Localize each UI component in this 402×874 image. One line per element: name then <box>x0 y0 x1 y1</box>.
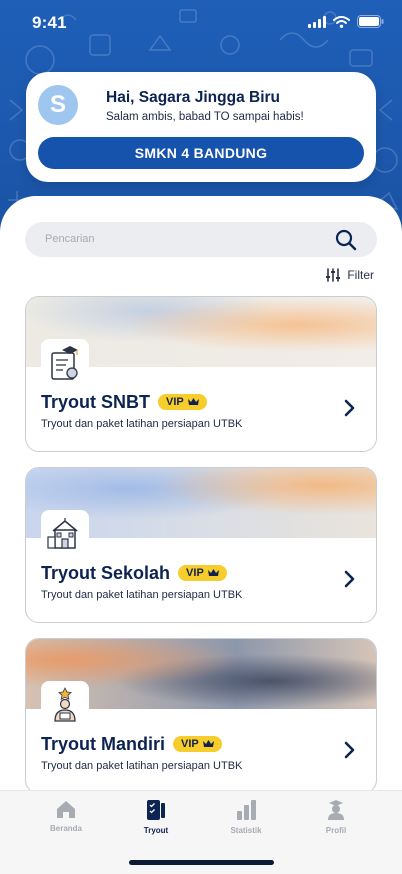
school-button[interactable]: SMKN 4 BANDUNG <box>38 137 364 169</box>
avatar[interactable]: S <box>38 85 78 125</box>
battery-icon <box>357 15 384 28</box>
student-star-icon <box>41 681 89 729</box>
nav-label: Profil <box>325 826 347 835</box>
greeting-text: Hai, Sagara Jingga Biru <box>106 89 280 106</box>
search-icon[interactable] <box>335 229 357 251</box>
vip-badge: VIP <box>158 394 207 410</box>
cellular-signal-icon <box>308 15 326 28</box>
tagline-text: Salam ambis, babad TO sampai habis! <box>106 111 304 123</box>
profile-card: S Hai, Sagara Jingga Biru Salam ambis, b… <box>26 72 376 182</box>
tryout-card-mandiri[interactable]: Tryout Mandiri VIP Tryout dan paket latih… <box>25 638 377 794</box>
nav-label: Tryout <box>143 826 169 835</box>
search-bar[interactable]: Pencarian <box>25 222 377 257</box>
filter-label: Filter <box>347 268 374 282</box>
status-time: 9:41 <box>32 13 67 32</box>
crown-icon <box>187 398 199 405</box>
chevron-right-icon[interactable] <box>344 570 356 588</box>
crown-icon <box>207 569 219 576</box>
home-indicator[interactable] <box>129 860 274 865</box>
chevron-right-icon[interactable] <box>344 741 356 759</box>
nav-item-beranda[interactable]: Beranda <box>36 799 96 833</box>
nav-item-statistik[interactable]: Statistik <box>216 799 276 835</box>
card-subtitle: Tryout dan paket latihan persiapan UTBK <box>41 418 243 430</box>
nav-label: Statistik <box>230 826 262 835</box>
certificate-icon <box>41 339 89 387</box>
chart-icon <box>237 800 256 820</box>
filter-button[interactable]: Filter <box>325 268 374 282</box>
card-title: Tryout SNBT <box>41 392 151 412</box>
nav-item-tryout[interactable]: Tryout <box>126 799 186 835</box>
sliders-icon <box>326 268 341 282</box>
tryout-icon <box>147 800 165 820</box>
vip-badge: VIP <box>178 565 227 581</box>
nav-label: Beranda <box>49 824 82 833</box>
school-building-icon <box>41 510 89 558</box>
card-subtitle: Tryout dan paket latihan persiapan UTBK <box>41 760 243 772</box>
profile-icon <box>328 800 344 820</box>
tryout-card-sekolah[interactable]: Tryout Sekolah VIP Tryout dan paket latih… <box>25 467 377 623</box>
chevron-right-icon[interactable] <box>344 399 356 417</box>
card-title: Tryout Mandiri <box>41 734 166 754</box>
card-subtitle: Tryout dan paket latihan persiapan UTBK <box>41 589 243 601</box>
status-bar: 9:41 <box>0 0 402 44</box>
vip-badge: VIP <box>173 736 222 752</box>
nav-item-profil[interactable]: Profil <box>306 799 366 835</box>
home-icon <box>57 801 75 818</box>
wifi-icon <box>333 15 350 28</box>
tryout-card-snbt[interactable]: Tryout SNBT VIP Tryout dan paket latihan … <box>25 296 377 452</box>
search-input[interactable]: Pencarian <box>45 233 95 245</box>
card-title: Tryout Sekolah <box>41 563 171 583</box>
crown-icon <box>202 740 214 747</box>
